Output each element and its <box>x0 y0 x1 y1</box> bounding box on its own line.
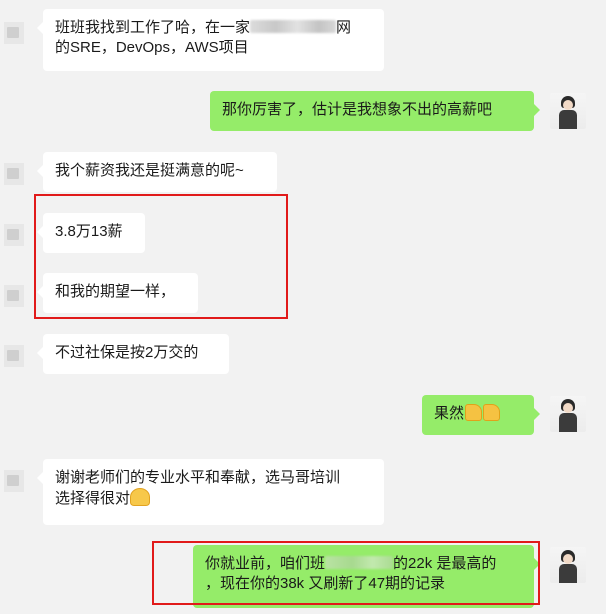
redacted-text <box>250 20 337 33</box>
avatar-body <box>559 110 577 129</box>
contact-avatar[interactable] <box>4 345 24 367</box>
contact-avatar[interactable] <box>4 285 24 307</box>
message-text-line: 的SRE，DevOps，AWS项目 <box>55 39 249 56</box>
message-text-line: 谢谢老师们的专业水平和奉献，选马哥培训 <box>55 469 341 486</box>
contact-avatar[interactable] <box>4 470 24 492</box>
thumbs-up-icon <box>483 404 501 421</box>
message-bubble-9[interactable]: 你就业前，咱们班 的22k 是最高的 ，现在你的38k 又刷新了47期的记录 <box>193 545 540 608</box>
user-avatar[interactable] <box>550 396 586 432</box>
message-bubble-5[interactable]: 和我的期望一样， <box>37 273 198 313</box>
message-bubble-7[interactable]: 果然 <box>422 395 540 435</box>
user-avatar[interactable] <box>550 547 586 583</box>
message-bubble-6[interactable]: 不过社保是按2万交的 <box>37 334 229 374</box>
contact-avatar[interactable] <box>4 224 24 246</box>
message-bubble-1[interactable]: 班班我找到工作了哈，在一家网 的SRE，DevOps，AWS项目 <box>37 9 384 71</box>
message-bubble-3[interactable]: 我个薪资我还是挺满意的呢~ <box>37 152 277 192</box>
message-text-line: 选择得很对 <box>55 488 372 509</box>
thumbs-up-icon <box>465 404 483 421</box>
avatar-body <box>559 413 577 432</box>
message-bubble-8[interactable]: 谢谢老师们的专业水平和奉献，选马哥培训 选择得很对 <box>37 459 384 525</box>
message-bubble-4[interactable]: 3.8万13薪 <box>37 213 145 253</box>
avatar-body <box>559 564 577 583</box>
contact-avatar[interactable] <box>4 22 24 44</box>
message-bubble-2[interactable]: 那你厉害了，估计是我想象不出的高薪吧 <box>210 91 540 131</box>
message-text-line: 班班我找到工作了哈，在一家网 <box>55 19 352 36</box>
redacted-text <box>325 556 394 569</box>
contact-avatar[interactable] <box>4 163 24 185</box>
message-text-line: 你就业前，咱们班 的22k 是最高的 <box>205 555 497 572</box>
message-text-line: ，现在你的38k 又刷新了47期的记录 <box>205 575 446 592</box>
avatar-face <box>563 403 573 413</box>
user-avatar[interactable] <box>550 93 586 129</box>
avatar-face <box>563 554 573 564</box>
praying-hands-icon <box>130 488 151 506</box>
avatar-face <box>563 100 573 110</box>
